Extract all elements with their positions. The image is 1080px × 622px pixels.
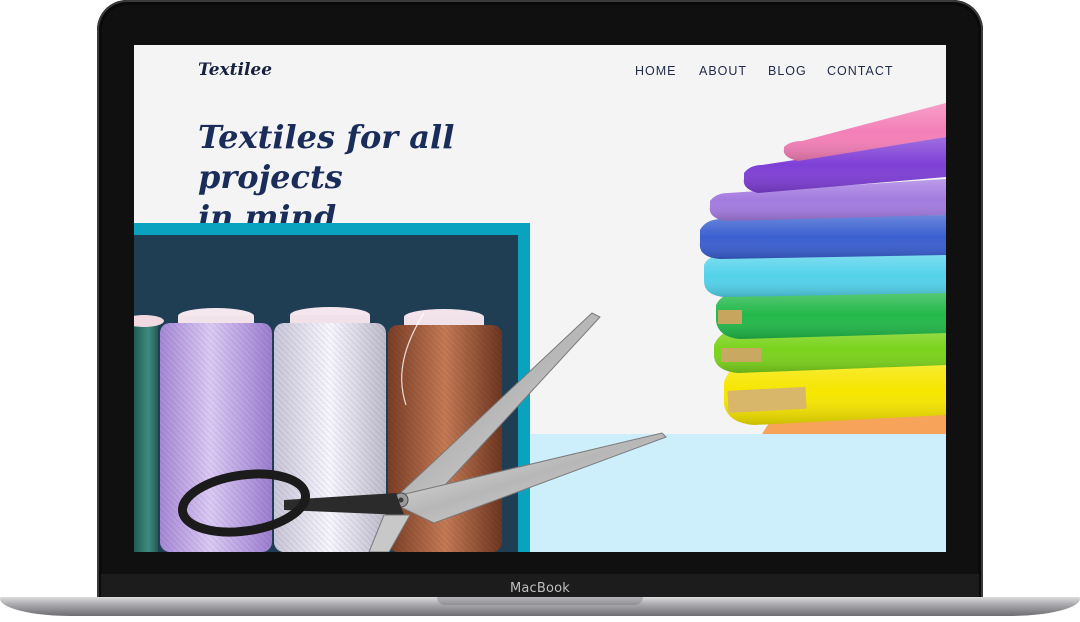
laptop-hinge-notch (437, 597, 643, 605)
laptop-screen: Textilee HOME ABOUT BLOG CONTACT Textile… (134, 45, 946, 552)
thread-spools-and-scissors-photo (134, 307, 667, 552)
laptop-brand-label: MacBook (509, 581, 571, 596)
